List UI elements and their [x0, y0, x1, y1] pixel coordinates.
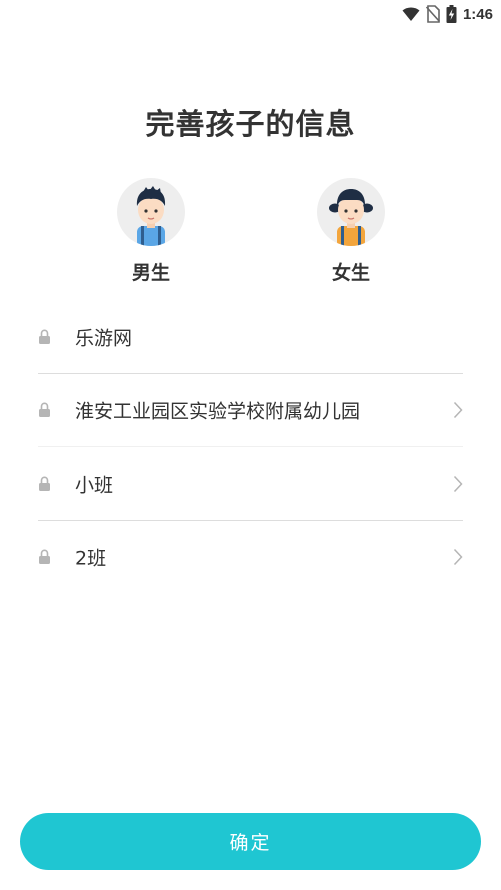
row-value: 淮安工业园区实验学校附属幼儿园 [75, 400, 361, 423]
gender-option-girl[interactable]: 女生 [315, 178, 387, 285]
lock-icon [39, 476, 50, 491]
lock-icon [39, 402, 50, 418]
chevron-right-icon [453, 475, 463, 492]
boy-avatar-icon[interactable] [117, 178, 185, 246]
chevron-right-icon [453, 402, 463, 419]
gender-option-boy[interactable]: 男生 [115, 178, 187, 285]
form-row-school[interactable]: 淮安工业园区实验学校附属幼儿园 [0, 374, 501, 447]
no-sim-icon [425, 5, 440, 23]
wifi-icon [402, 7, 420, 21]
chevron-right-icon [453, 549, 463, 566]
row-value: 2班 [75, 547, 107, 570]
row-value: 小班 [75, 474, 114, 497]
clock-time: 1:46 [462, 5, 493, 23]
girl-avatar-icon[interactable] [317, 178, 385, 246]
form-row-grade[interactable]: 小班 [0, 447, 501, 521]
status-bar: 1:46 [0, 0, 501, 28]
gender-label-girl: 女生 [331, 262, 370, 284]
row-value: 乐游网 [75, 327, 133, 350]
form-row-nickname[interactable]: 乐游网 [0, 300, 501, 374]
lock-icon [39, 549, 50, 565]
form-row-class[interactable]: 2班 [0, 521, 501, 595]
page-title: 完善孩子的信息 [145, 107, 356, 141]
status-icons: 1:46 [402, 3, 493, 25]
confirm-button[interactable]: 确定 [20, 813, 481, 870]
battery-charging-icon [446, 5, 457, 23]
child-info-form: 乐游网 淮安工业园区实验学校附属幼儿园 小班 2班 [0, 300, 501, 594]
lock-icon [39, 329, 50, 344]
gender-label-boy: 男生 [131, 262, 170, 284]
